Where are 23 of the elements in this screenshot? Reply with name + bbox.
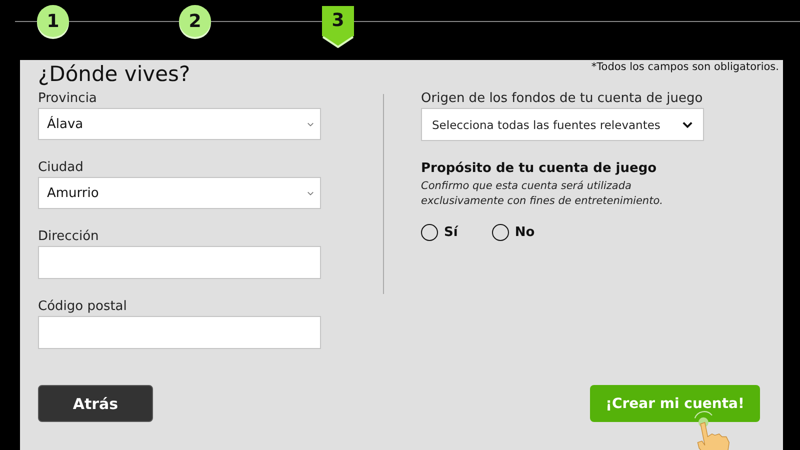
confirmation-text: Confirmo que esta cuenta será utilizada exclusivamente con fines de entretenimiento. xyxy=(421,179,664,209)
required-note: *Todos los campos son obligatorios. xyxy=(591,61,779,73)
step-indicator: 2 xyxy=(179,5,211,37)
field-label: Provincia xyxy=(38,91,98,106)
field-label: Dirección xyxy=(38,229,100,244)
text-input-field[interactable] xyxy=(38,316,321,349)
chevron-down-icon xyxy=(307,190,314,196)
field-label: Ciudad xyxy=(38,160,84,175)
radio-option[interactable]: No xyxy=(492,224,535,241)
text-input-field[interactable] xyxy=(38,246,321,279)
step-indicator: 1 xyxy=(37,5,69,37)
field-label: Origen de los fondos de tu cuenta de juego xyxy=(421,91,704,106)
dropdown-field[interactable]: Álava xyxy=(38,108,321,140)
dropdown-field[interactable]: Amurrio xyxy=(38,177,321,209)
page-title: ¿Dónde vives? xyxy=(38,62,190,86)
radio-option[interactable]: Sí xyxy=(421,224,458,241)
section-heading: Propósito de tu cuenta de juego xyxy=(421,161,658,176)
field-label: Código postal xyxy=(38,299,128,314)
dropdown-field[interactable]: Selecciona todas las fuentes relevantes xyxy=(421,108,704,141)
chevron-down-icon xyxy=(682,120,693,128)
step-indicator: 3 xyxy=(321,6,355,48)
back-button[interactable]: Atrás xyxy=(38,385,153,422)
chevron-down-icon xyxy=(307,122,314,126)
